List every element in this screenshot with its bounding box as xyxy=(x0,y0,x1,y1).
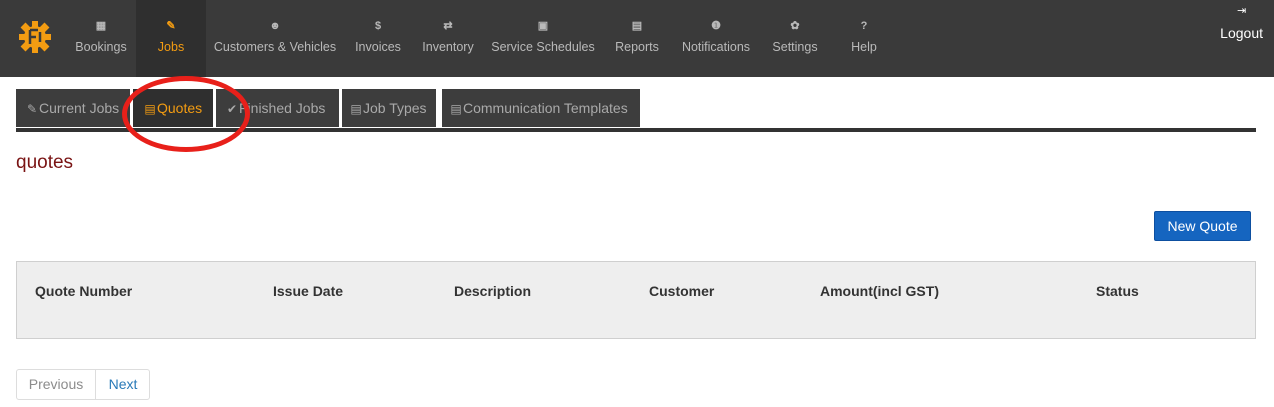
nav-service-schedules-label: Service Schedules xyxy=(491,40,595,54)
quotes-table: Quote Number Issue Date Description Cust… xyxy=(16,261,1256,339)
new-quote-button[interactable]: New Quote xyxy=(1154,211,1251,241)
pagination: Previous Next xyxy=(16,369,150,400)
previous-button[interactable]: Previous xyxy=(17,370,96,399)
nav-inventory-label: Inventory xyxy=(422,40,474,54)
question-icon: ? xyxy=(860,20,868,32)
nav-customers-vehicles[interactable]: ☻ Customers & Vehicles xyxy=(210,0,340,77)
tab-current-jobs-label: Current Jobs xyxy=(39,100,120,116)
column-header-customer[interactable]: Customer xyxy=(649,283,714,299)
exchange-icon: ⇄ xyxy=(443,20,453,32)
tab-job-types-label: Job Types xyxy=(363,100,427,116)
nav-bookings-label: Bookings xyxy=(75,40,127,54)
file-icon: ▤ xyxy=(350,102,362,116)
nav-invoices[interactable]: $ Invoices xyxy=(346,0,410,77)
dollar-icon: $ xyxy=(374,20,382,32)
file-icon: ▤ xyxy=(144,102,156,116)
nav-settings[interactable]: ✿ Settings xyxy=(764,0,826,77)
wrench-icon: ✎ xyxy=(166,20,176,32)
tab-quotes[interactable]: ▤Quotes xyxy=(133,89,213,127)
nav-settings-label: Settings xyxy=(772,40,818,54)
gears-icon: ✿ xyxy=(790,20,800,32)
users-icon: ☻ xyxy=(269,20,281,32)
gear-logo-icon[interactable] xyxy=(18,20,52,54)
nav-inventory[interactable]: ⇄ Inventory xyxy=(414,0,482,77)
nav-help[interactable]: ? Help xyxy=(840,0,888,77)
top-navbar: ▦ Bookings ✎ Jobs ☻ Customers & Vehicles… xyxy=(0,0,1274,77)
nav-bookings[interactable]: ▦ Bookings xyxy=(66,0,136,77)
logout-button[interactable]: ⇥ Logout xyxy=(1220,4,1263,41)
calendar-icon: ▦ xyxy=(95,20,107,32)
logout-label: Logout xyxy=(1220,25,1263,41)
page-title: quotes xyxy=(16,152,74,173)
nav-invoices-label: Invoices xyxy=(355,40,401,54)
sign-out-icon: ⇥ xyxy=(1236,5,1247,17)
nav-reports-label: Reports xyxy=(615,40,659,54)
column-header-status[interactable]: Status xyxy=(1096,283,1139,299)
file-icon: ▤ xyxy=(450,102,462,116)
column-header-description[interactable]: Description xyxy=(454,283,531,299)
tab-finished-jobs-label: Finished Jobs xyxy=(239,100,326,116)
nav-reports[interactable]: ▤ Reports xyxy=(606,0,668,77)
tab-communication-templates-label: Communication Templates xyxy=(463,100,628,116)
tab-communication-templates[interactable]: ▤Communication Templates xyxy=(442,89,640,127)
chart-icon: ▤ xyxy=(631,20,643,32)
info-icon: ❶ xyxy=(711,20,721,32)
nav-help-label: Help xyxy=(851,40,877,54)
column-header-amount[interactable]: Amount(incl GST) xyxy=(820,283,939,299)
tab-finished-jobs[interactable]: ✔ Finished Jobs xyxy=(216,89,339,127)
service-calendar-icon: ▣ xyxy=(537,20,549,32)
nav-service-schedules[interactable]: ▣ Service Schedules xyxy=(486,0,600,77)
nav-jobs-label: Jobs xyxy=(157,40,185,54)
nav-jobs[interactable]: ✎ Jobs xyxy=(136,0,206,77)
column-header-quote-number[interactable]: Quote Number xyxy=(35,283,132,299)
tab-current-jobs[interactable]: ✎ Current Jobs xyxy=(16,89,130,127)
nav-customers-vehicles-label: Customers & Vehicles xyxy=(213,40,337,54)
check-icon: ✔ xyxy=(226,102,238,116)
column-header-issue-date[interactable]: Issue Date xyxy=(273,283,343,299)
tabs-underline xyxy=(16,128,1256,132)
nav-notifications-label: Notifications xyxy=(681,40,751,54)
tab-job-types[interactable]: ▤Job Types xyxy=(342,89,436,127)
wrench-icon: ✎ xyxy=(26,102,38,116)
tab-quotes-label: Quotes xyxy=(157,100,203,116)
nav-notifications[interactable]: ❶ Notifications xyxy=(676,0,756,77)
next-button[interactable]: Next xyxy=(96,370,150,399)
